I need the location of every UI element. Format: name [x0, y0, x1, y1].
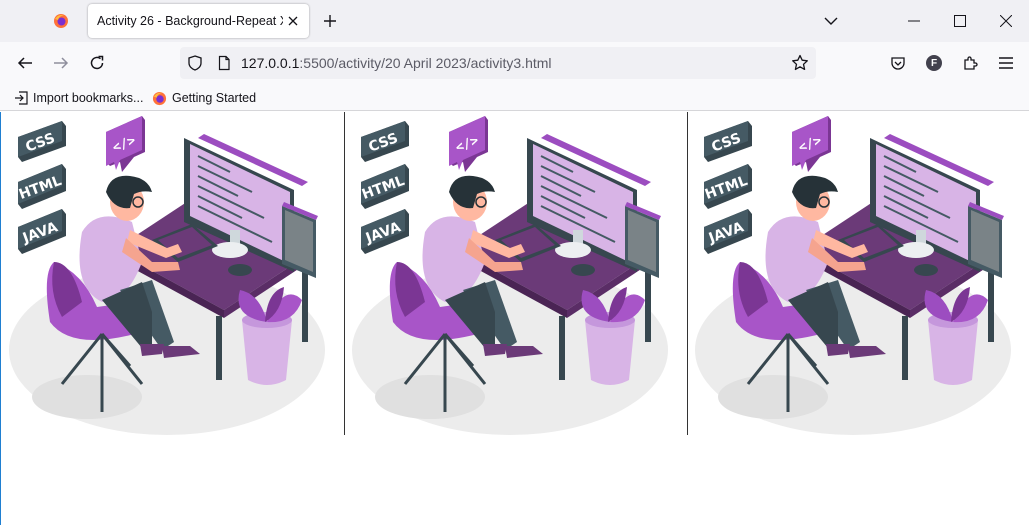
- background-tile: CSS HTML JAVA </>: [2, 112, 345, 435]
- firefox-icon: [152, 91, 167, 105]
- navigation-toolbar: 127.0.0.1:5500/activity/20 April 2023/ac…: [0, 42, 1029, 84]
- background-tile: CSS HTML JAVA </>: [345, 112, 688, 435]
- url-host: 127.0.0.1: [241, 55, 300, 71]
- menu-icon[interactable]: [993, 50, 1019, 76]
- minimize-icon[interactable]: [891, 0, 937, 42]
- close-tab-icon[interactable]: [285, 13, 301, 29]
- url-path: :5500/activity/20 April 2023/activity3.h…: [299, 55, 552, 71]
- bookmark-getting-started[interactable]: Getting Started: [152, 89, 256, 107]
- bookmark-star-icon[interactable]: [791, 54, 809, 72]
- bookmarks-toolbar: Import bookmarks... Getting Started: [0, 84, 1029, 111]
- import-icon: [15, 91, 28, 105]
- developer-illustration: CSS HTML JAVA </>: [352, 116, 668, 435]
- developer-illustration: CSS HTML JAVA </>: [695, 116, 1011, 435]
- background-repeat-x-area: CSS HTML JAVA </> CSS HTML JAVA </> CSS …: [2, 112, 1029, 435]
- maximize-icon[interactable]: [937, 0, 983, 42]
- page-content: CSS HTML JAVA </> CSS HTML JAVA </> CSS …: [0, 112, 1029, 525]
- chevron-down-icon[interactable]: [821, 11, 841, 31]
- close-window-icon[interactable]: [983, 0, 1029, 42]
- bookmark-import[interactable]: Import bookmarks...: [14, 89, 143, 107]
- bookmark-label: Getting Started: [172, 91, 257, 105]
- tab-title: Activity 26 - Background-Repeat X: [97, 14, 283, 28]
- account-initial: F: [930, 57, 938, 69]
- bookmark-label: Import bookmarks...: [33, 91, 144, 105]
- new-tab-icon[interactable]: [320, 11, 340, 31]
- developer-illustration: CSS HTML JAVA </>: [9, 116, 325, 435]
- extensions-icon[interactable]: [957, 50, 983, 76]
- account-avatar[interactable]: F: [921, 50, 947, 76]
- back-icon[interactable]: [12, 50, 38, 76]
- tab-active[interactable]: Activity 26 - Background-Repeat X: [88, 4, 309, 38]
- background-tile: CSS HTML JAVA </>: [688, 112, 1029, 435]
- reload-icon[interactable]: [84, 50, 110, 76]
- tab-strip: Activity 26 - Background-Repeat X: [0, 0, 1029, 42]
- page-icon[interactable]: [216, 55, 232, 71]
- firefox-view-icon[interactable]: [44, 5, 78, 37]
- shield-icon[interactable]: [187, 55, 203, 71]
- pocket-icon[interactable]: [885, 50, 911, 76]
- url-bar[interactable]: 127.0.0.1:5500/activity/20 April 2023/ac…: [180, 47, 816, 79]
- url-text[interactable]: 127.0.0.1:5500/activity/20 April 2023/ac…: [241, 55, 552, 71]
- forward-icon[interactable]: [48, 50, 74, 76]
